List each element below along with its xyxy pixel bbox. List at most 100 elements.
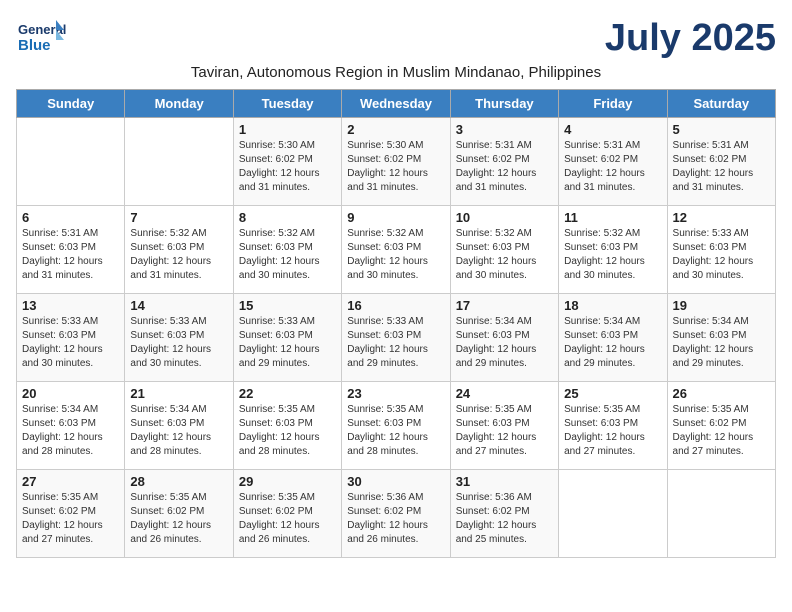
calendar-cell: 23 Sunrise: 5:35 AM Sunset: 6:03 PM Dayl… [342,382,450,470]
sunset-text: Sunset: 6:03 PM [456,418,530,429]
sunset-text: Sunset: 6:02 PM [456,506,530,517]
day-number: 23 [347,386,444,401]
day-number: 6 [22,210,119,225]
cell-info: Sunrise: 5:34 AM Sunset: 6:03 PM Dayligh… [130,403,227,459]
day-number: 4 [564,122,661,137]
sunset-text: Sunset: 6:03 PM [239,330,313,341]
daylight-text: Daylight: 12 hours and 30 minutes. [564,256,645,281]
cell-info: Sunrise: 5:30 AM Sunset: 6:02 PM Dayligh… [239,139,336,195]
calendar-week-5: 27 Sunrise: 5:35 AM Sunset: 6:02 PM Dayl… [17,470,776,558]
sunset-text: Sunset: 6:03 PM [347,330,421,341]
cell-info: Sunrise: 5:31 AM Sunset: 6:02 PM Dayligh… [456,139,553,195]
day-number: 9 [347,210,444,225]
cell-info: Sunrise: 5:36 AM Sunset: 6:02 PM Dayligh… [347,491,444,547]
calendar-cell: 8 Sunrise: 5:32 AM Sunset: 6:03 PM Dayli… [233,206,341,294]
daylight-text: Daylight: 12 hours and 30 minutes. [22,344,103,369]
cell-info: Sunrise: 5:35 AM Sunset: 6:02 PM Dayligh… [239,491,336,547]
day-number: 17 [456,298,553,313]
sunrise-text: Sunrise: 5:32 AM [239,228,315,239]
calendar-cell: 15 Sunrise: 5:33 AM Sunset: 6:03 PM Dayl… [233,294,341,382]
sunset-text: Sunset: 6:02 PM [239,506,313,517]
cell-info: Sunrise: 5:32 AM Sunset: 6:03 PM Dayligh… [347,227,444,283]
calendar-cell: 3 Sunrise: 5:31 AM Sunset: 6:02 PM Dayli… [450,118,558,206]
calendar-cell: 13 Sunrise: 5:33 AM Sunset: 6:03 PM Dayl… [17,294,125,382]
sunrise-text: Sunrise: 5:30 AM [347,140,423,151]
sunrise-text: Sunrise: 5:32 AM [564,228,640,239]
sunset-text: Sunset: 6:03 PM [564,242,638,253]
cell-info: Sunrise: 5:34 AM Sunset: 6:03 PM Dayligh… [456,315,553,371]
sunrise-text: Sunrise: 5:34 AM [22,404,98,415]
day-number: 10 [456,210,553,225]
daylight-text: Daylight: 12 hours and 26 minutes. [239,520,320,545]
daylight-text: Daylight: 12 hours and 29 minutes. [239,344,320,369]
day-number: 2 [347,122,444,137]
calendar-cell: 18 Sunrise: 5:34 AM Sunset: 6:03 PM Dayl… [559,294,667,382]
cell-info: Sunrise: 5:34 AM Sunset: 6:03 PM Dayligh… [22,403,119,459]
sunrise-text: Sunrise: 5:35 AM [673,404,749,415]
calendar-week-1: 1 Sunrise: 5:30 AM Sunset: 6:02 PM Dayli… [17,118,776,206]
day-number: 30 [347,474,444,489]
day-header-thursday: Thursday [450,90,558,118]
daylight-text: Daylight: 12 hours and 30 minutes. [239,256,320,281]
sunrise-text: Sunrise: 5:35 AM [347,404,423,415]
day-header-friday: Friday [559,90,667,118]
sunset-text: Sunset: 6:02 PM [456,154,530,165]
calendar-cell: 16 Sunrise: 5:33 AM Sunset: 6:03 PM Dayl… [342,294,450,382]
sunset-text: Sunset: 6:03 PM [22,418,96,429]
daylight-text: Daylight: 12 hours and 30 minutes. [456,256,537,281]
calendar-cell: 6 Sunrise: 5:31 AM Sunset: 6:03 PM Dayli… [17,206,125,294]
calendar-cell: 7 Sunrise: 5:32 AM Sunset: 6:03 PM Dayli… [125,206,233,294]
sunset-text: Sunset: 6:02 PM [22,506,96,517]
day-number: 11 [564,210,661,225]
cell-info: Sunrise: 5:36 AM Sunset: 6:02 PM Dayligh… [456,491,553,547]
calendar-cell: 1 Sunrise: 5:30 AM Sunset: 6:02 PM Dayli… [233,118,341,206]
day-number: 31 [456,474,553,489]
calendar-cell: 21 Sunrise: 5:34 AM Sunset: 6:03 PM Dayl… [125,382,233,470]
subtitle: Taviran, Autonomous Region in Muslim Min… [16,64,776,81]
sunset-text: Sunset: 6:02 PM [673,418,747,429]
month-title: July 2025 [605,17,776,60]
sunset-text: Sunset: 6:02 PM [239,154,313,165]
day-number: 25 [564,386,661,401]
cell-info: Sunrise: 5:32 AM Sunset: 6:03 PM Dayligh… [564,227,661,283]
sunrise-text: Sunrise: 5:35 AM [239,404,315,415]
cell-info: Sunrise: 5:33 AM Sunset: 6:03 PM Dayligh… [130,315,227,371]
day-number: 7 [130,210,227,225]
cell-info: Sunrise: 5:35 AM Sunset: 6:02 PM Dayligh… [130,491,227,547]
calendar-cell [559,470,667,558]
cell-info: Sunrise: 5:34 AM Sunset: 6:03 PM Dayligh… [673,315,770,371]
day-header-saturday: Saturday [667,90,775,118]
daylight-text: Daylight: 12 hours and 26 minutes. [347,520,428,545]
calendar-cell: 24 Sunrise: 5:35 AM Sunset: 6:03 PM Dayl… [450,382,558,470]
day-number: 18 [564,298,661,313]
sunrise-text: Sunrise: 5:35 AM [456,404,532,415]
sunset-text: Sunset: 6:03 PM [673,330,747,341]
day-number: 26 [673,386,770,401]
sunset-text: Sunset: 6:02 PM [130,506,204,517]
cell-info: Sunrise: 5:30 AM Sunset: 6:02 PM Dayligh… [347,139,444,195]
day-number: 29 [239,474,336,489]
daylight-text: Daylight: 12 hours and 27 minutes. [673,432,754,457]
daylight-text: Daylight: 12 hours and 29 minutes. [456,344,537,369]
calendar-week-2: 6 Sunrise: 5:31 AM Sunset: 6:03 PM Dayli… [17,206,776,294]
day-number: 20 [22,386,119,401]
cell-info: Sunrise: 5:35 AM Sunset: 6:03 PM Dayligh… [239,403,336,459]
cell-info: Sunrise: 5:33 AM Sunset: 6:03 PM Dayligh… [673,227,770,283]
cell-info: Sunrise: 5:34 AM Sunset: 6:03 PM Dayligh… [564,315,661,371]
daylight-text: Daylight: 12 hours and 27 minutes. [456,432,537,457]
calendar-cell: 29 Sunrise: 5:35 AM Sunset: 6:02 PM Dayl… [233,470,341,558]
day-header-tuesday: Tuesday [233,90,341,118]
daylight-text: Daylight: 12 hours and 31 minutes. [564,168,645,193]
daylight-text: Daylight: 12 hours and 27 minutes. [564,432,645,457]
sunrise-text: Sunrise: 5:35 AM [130,492,206,503]
calendar-cell: 5 Sunrise: 5:31 AM Sunset: 6:02 PM Dayli… [667,118,775,206]
day-number: 24 [456,386,553,401]
sunset-text: Sunset: 6:03 PM [22,330,96,341]
cell-info: Sunrise: 5:35 AM Sunset: 6:03 PM Dayligh… [347,403,444,459]
sunset-text: Sunset: 6:03 PM [347,418,421,429]
sunrise-text: Sunrise: 5:34 AM [130,404,206,415]
sunrise-text: Sunrise: 5:33 AM [22,316,98,327]
daylight-text: Daylight: 12 hours and 27 minutes. [22,520,103,545]
calendar-cell: 27 Sunrise: 5:35 AM Sunset: 6:02 PM Dayl… [17,470,125,558]
day-number: 15 [239,298,336,313]
